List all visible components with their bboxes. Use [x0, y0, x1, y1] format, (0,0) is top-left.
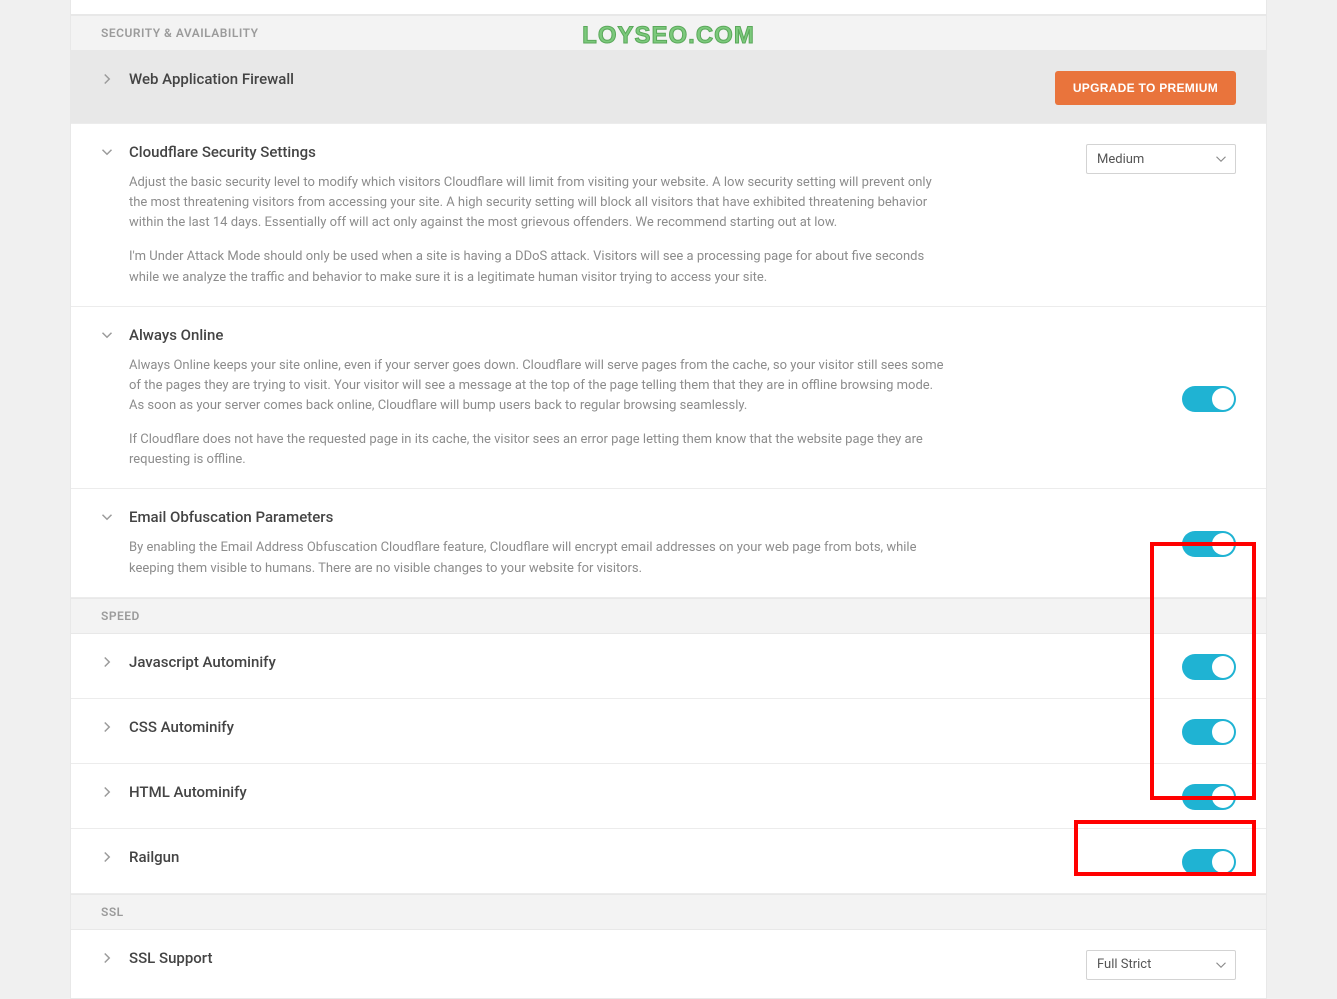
chevron-right-icon [101, 952, 115, 964]
row-desc-always-online: Always Online keeps your site online, ev… [129, 356, 949, 471]
railgun-toggle[interactable] [1182, 849, 1236, 875]
row-title-railgun: Railgun [129, 847, 1162, 868]
upgrade-to-premium-button[interactable]: UPGRADE TO PREMIUM [1055, 71, 1236, 105]
row-always-online[interactable]: Always Online Always Online keeps your s… [71, 307, 1266, 490]
security-level-select[interactable]: Medium [1086, 144, 1236, 174]
row-desc-email-obfuscation: By enabling the Email Address Obfuscatio… [129, 538, 949, 578]
html-autominify-toggle[interactable] [1182, 784, 1236, 810]
chevron-down-icon [1215, 959, 1227, 971]
security-level-select-value: Medium [1097, 152, 1144, 167]
section-header-security: SECURITY & AVAILABILITY [71, 15, 1266, 51]
section-header-speed: SPEED [71, 598, 1266, 634]
section-header-ssl: SSL [71, 894, 1266, 930]
row-title-waf: Web Application Firewall [129, 69, 1035, 90]
row-title-css-autominify: CSS Autominify [129, 717, 1162, 738]
chevron-down-icon [101, 329, 115, 341]
chevron-right-icon [101, 656, 115, 668]
row-email-obfuscation[interactable]: Email Obfuscation Parameters By enabling… [71, 489, 1266, 597]
row-cloudflare-security-settings[interactable]: Cloudflare Security Settings Adjust the … [71, 124, 1266, 307]
chevron-right-icon [101, 851, 115, 863]
row-javascript-autominify[interactable]: Javascript Autominify [71, 634, 1266, 699]
chevron-down-icon [101, 511, 115, 523]
row-title-email-obfuscation: Email Obfuscation Parameters [129, 507, 1162, 528]
row-desc-cloudflare-security: Adjust the basic security level to modif… [129, 173, 949, 288]
css-autominify-toggle[interactable] [1182, 719, 1236, 745]
ssl-support-select-value: Full Strict [1097, 957, 1151, 972]
email-obfuscation-toggle[interactable] [1182, 531, 1236, 557]
row-title-ssl-support: SSL Support [129, 948, 1066, 969]
chevron-right-icon [101, 721, 115, 733]
row-title-html-autominify: HTML Autominify [129, 782, 1162, 803]
chevron-right-icon [101, 73, 115, 85]
chevron-down-icon [1215, 153, 1227, 165]
chevron-down-icon [101, 146, 115, 158]
row-ssl-support[interactable]: SSL Support Full Strict [71, 930, 1266, 998]
row-title-always-online: Always Online [129, 325, 1162, 346]
row-html-autominify[interactable]: HTML Autominify [71, 764, 1266, 829]
row-web-application-firewall[interactable]: Web Application Firewall UPGRADE TO PREM… [71, 51, 1266, 124]
row-css-autominify[interactable]: CSS Autominify [71, 699, 1266, 764]
row-title-js-autominify: Javascript Autominify [129, 652, 1162, 673]
always-online-toggle[interactable] [1182, 386, 1236, 412]
chevron-right-icon [101, 786, 115, 798]
row-title-cloudflare-security: Cloudflare Security Settings [129, 142, 1066, 163]
ssl-support-select[interactable]: Full Strict [1086, 950, 1236, 980]
javascript-autominify-toggle[interactable] [1182, 654, 1236, 680]
row-railgun[interactable]: Railgun [71, 829, 1266, 894]
